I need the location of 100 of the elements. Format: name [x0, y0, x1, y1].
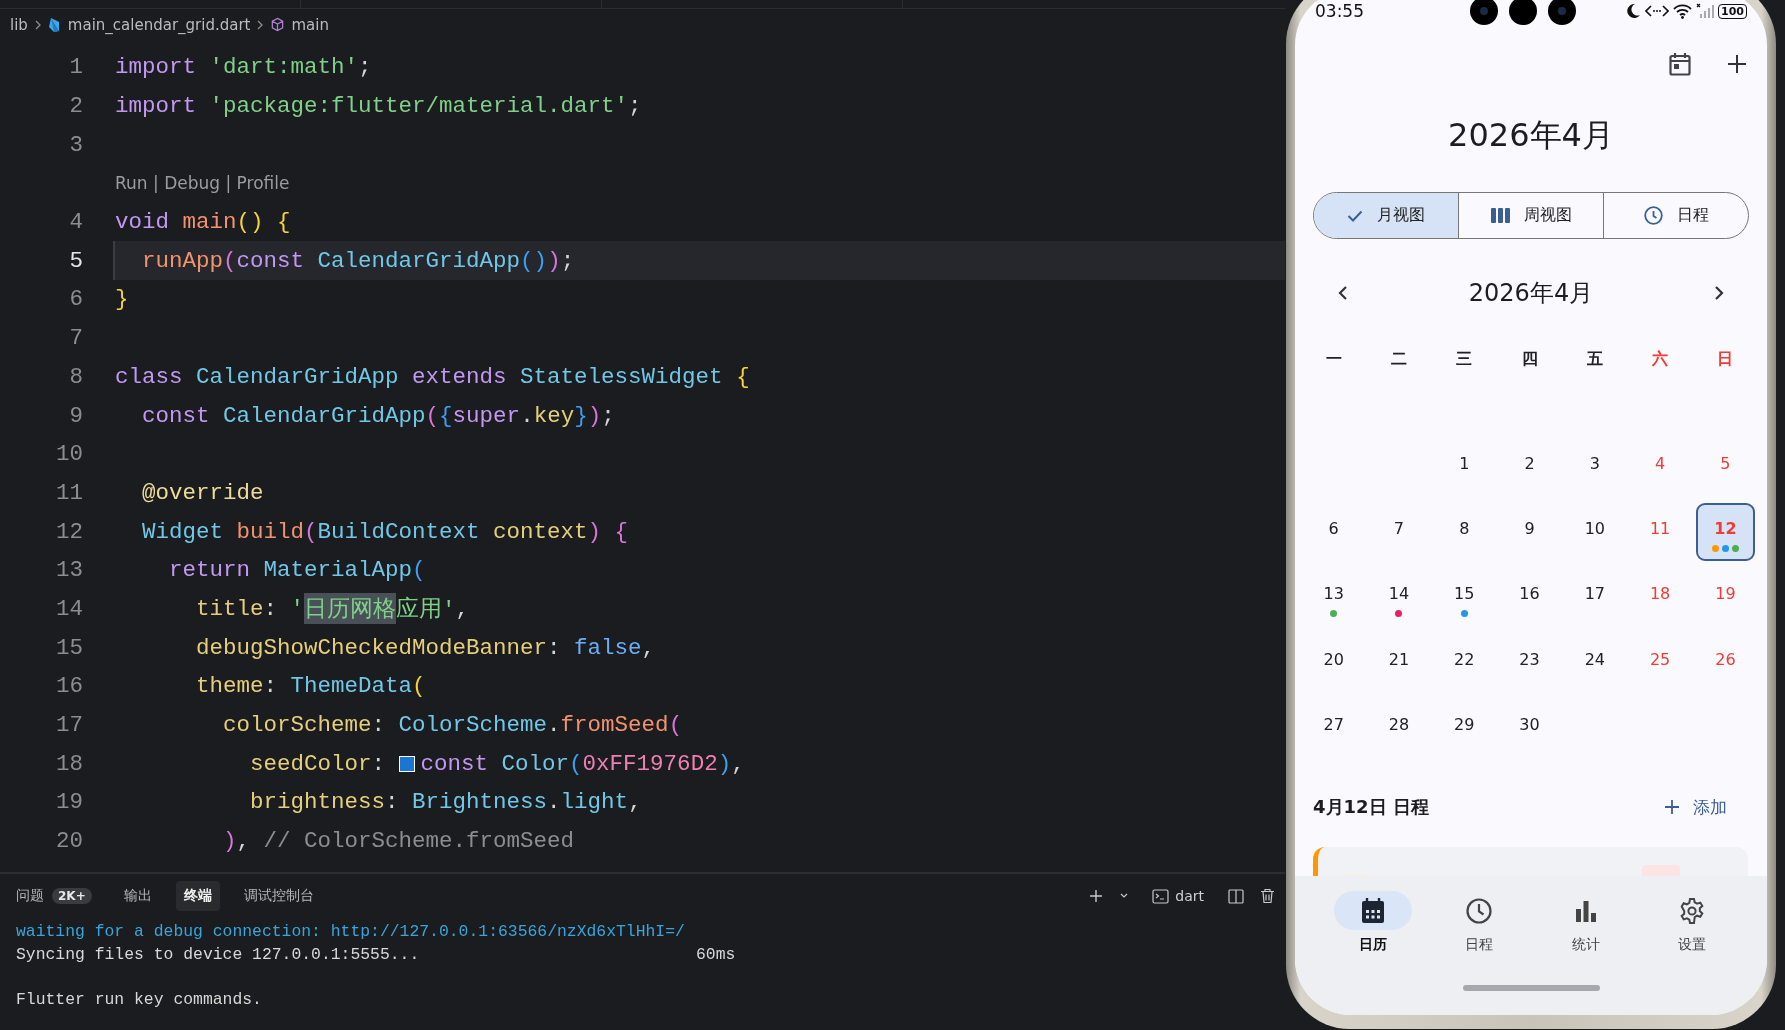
check-icon: [1347, 209, 1363, 222]
code-line: const CalendarGridApp({super.key});: [141, 402, 615, 429]
day-cell[interactable]: 17: [1565, 568, 1625, 627]
codelens-links[interactable]: Run | Debug | Profile: [115, 173, 290, 194]
day-cell[interactable]: 21: [1369, 633, 1429, 692]
day-cell[interactable]: 9: [1500, 502, 1560, 561]
day-cell[interactable]: 28: [1369, 698, 1429, 757]
line-number: 5: [69, 247, 83, 274]
day-cell[interactable]: 11: [1630, 502, 1690, 561]
count-badge: 2K+: [52, 888, 92, 904]
day-cell[interactable]: 19: [1695, 568, 1755, 627]
nav-tab[interactable]: 设置: [1638, 891, 1745, 963]
panel-tab[interactable]: 终端: [175, 881, 220, 911]
day-cell[interactable]: 4: [1630, 437, 1690, 496]
day-cell[interactable]: 22: [1434, 633, 1494, 692]
day-cell[interactable]: 24: [1565, 633, 1625, 692]
clock-icon: [1643, 206, 1663, 225]
day-cell[interactable]: 3: [1565, 437, 1625, 496]
view-toggle-button[interactable]: 日程: [1603, 193, 1748, 238]
day-cell[interactable]: 29: [1434, 698, 1494, 757]
day-cell[interactable]: 10: [1565, 502, 1625, 561]
chevron-left-icon[interactable]: [1337, 285, 1349, 301]
code-line: runApp(const CalendarGridApp());: [141, 247, 575, 274]
caret-icon[interactable]: [1120, 893, 1129, 899]
day-cell[interactable]: 16: [1500, 568, 1560, 627]
view-toggle-button[interactable]: 周视图: [1458, 193, 1603, 238]
calendar-icon[interactable]: [1669, 52, 1691, 76]
plus-icon[interactable]: [1088, 888, 1105, 904]
cube-icon: [270, 17, 286, 32]
day-cell[interactable]: 13: [1304, 568, 1364, 627]
panel-tab[interactable]: 输出: [115, 881, 160, 911]
day-cell[interactable]: 18: [1630, 568, 1690, 627]
day-cell[interactable]: 2: [1500, 437, 1560, 496]
day-cell[interactable]: 23: [1500, 633, 1560, 692]
code-line: @override: [141, 479, 264, 506]
add-button[interactable]: 添加: [1665, 796, 1727, 819]
day-cell[interactable]: 7: [1369, 502, 1429, 561]
chevron-right-icon[interactable]: [1713, 285, 1725, 301]
panel-tab[interactable]: 问题 2K+: [8, 881, 100, 911]
day-cell[interactable]: 14: [1369, 568, 1429, 627]
code-line: ), // ColorScheme.fromSeed: [222, 828, 575, 855]
nav-tab[interactable]: 统计: [1532, 891, 1639, 963]
camera-icon: [1509, 0, 1537, 25]
day-cell[interactable]: 15: [1434, 568, 1494, 627]
day-cell[interactable]: 25: [1630, 633, 1690, 692]
battery-indicator: 100: [1718, 3, 1747, 19]
plus-icon[interactable]: [1727, 54, 1747, 74]
day-cell[interactable]: 20: [1304, 633, 1364, 692]
line-number: 2: [69, 93, 83, 120]
calendar-icon: [1361, 897, 1386, 924]
camera-icon: [1548, 0, 1576, 25]
plus-icon: [1665, 800, 1679, 815]
line-number: 20: [56, 828, 83, 855]
day-cell[interactable]: 5: [1695, 437, 1755, 496]
code-line: }: [115, 286, 129, 313]
code-line: debugShowCheckedModeBanner: false,: [195, 634, 656, 661]
day-cell[interactable]: 1: [1434, 437, 1494, 496]
line-number: 9: [69, 402, 83, 429]
line-number: 19: [56, 789, 83, 816]
weekday-label: 二: [1390, 348, 1407, 370]
code-line: seedColor: const Color(0xFF1976D2),: [249, 750, 745, 777]
bar-chart-icon: [1574, 899, 1597, 922]
code-line: colorScheme: ColorScheme.fromSeed(: [222, 712, 683, 739]
line-number: 11: [56, 479, 83, 506]
nav-tab[interactable]: 日程: [1426, 891, 1533, 963]
trash-icon[interactable]: [1260, 888, 1275, 904]
day-cell[interactable]: 6: [1304, 502, 1364, 561]
line-number: 7: [69, 325, 83, 352]
line-number: 6: [69, 286, 83, 313]
day-cell[interactable]: 26: [1695, 633, 1755, 692]
code-line: void main() {: [115, 209, 291, 236]
split-icon[interactable]: [1228, 888, 1244, 904]
day-cell[interactable]: 8: [1434, 502, 1494, 561]
weekday-label: 四: [1521, 348, 1538, 370]
duration-text: 60ms: [696, 944, 736, 964]
breadcrumb-item[interactable]: main: [291, 15, 329, 34]
columns-icon: [1490, 208, 1510, 223]
panel-tab[interactable]: 调试控制台: [235, 881, 322, 911]
line-number: 1: [69, 54, 83, 81]
line-number: 16: [56, 673, 83, 700]
dart-file-icon: [47, 16, 62, 33]
nav-tab[interactable]: 日历: [1320, 891, 1427, 963]
day-cell[interactable]: 27: [1304, 698, 1364, 757]
clock-icon: [1466, 897, 1493, 924]
month-label: 2026年4月: [1468, 278, 1594, 309]
weekday-label: 五: [1586, 348, 1603, 370]
code-line: brightness: Brightness.light,: [249, 789, 642, 816]
day-cell[interactable]: 30: [1500, 698, 1560, 757]
breadcrumb-item[interactable]: main_calendar_grid.dart: [67, 15, 251, 34]
moon-icon: [1625, 3, 1642, 19]
breadcrumb-item[interactable]: lib: [10, 15, 28, 34]
code-line: theme: ThemeData(: [195, 673, 426, 700]
brackets-dots-icon: [1645, 4, 1670, 18]
terminal-profile-button[interactable]: dart: [1144, 888, 1212, 904]
line-number: 8: [69, 363, 83, 390]
view-toggle-button[interactable]: 月视图: [1314, 193, 1458, 238]
code-line: return MaterialApp(: [168, 557, 426, 584]
signal-icon: [1696, 3, 1715, 19]
terminal-line: waiting for a debug connection: http://127.0.0.1:63566/nzXd6xTlHhI=/: [16, 921, 685, 941]
wifi-icon: [1673, 3, 1693, 19]
